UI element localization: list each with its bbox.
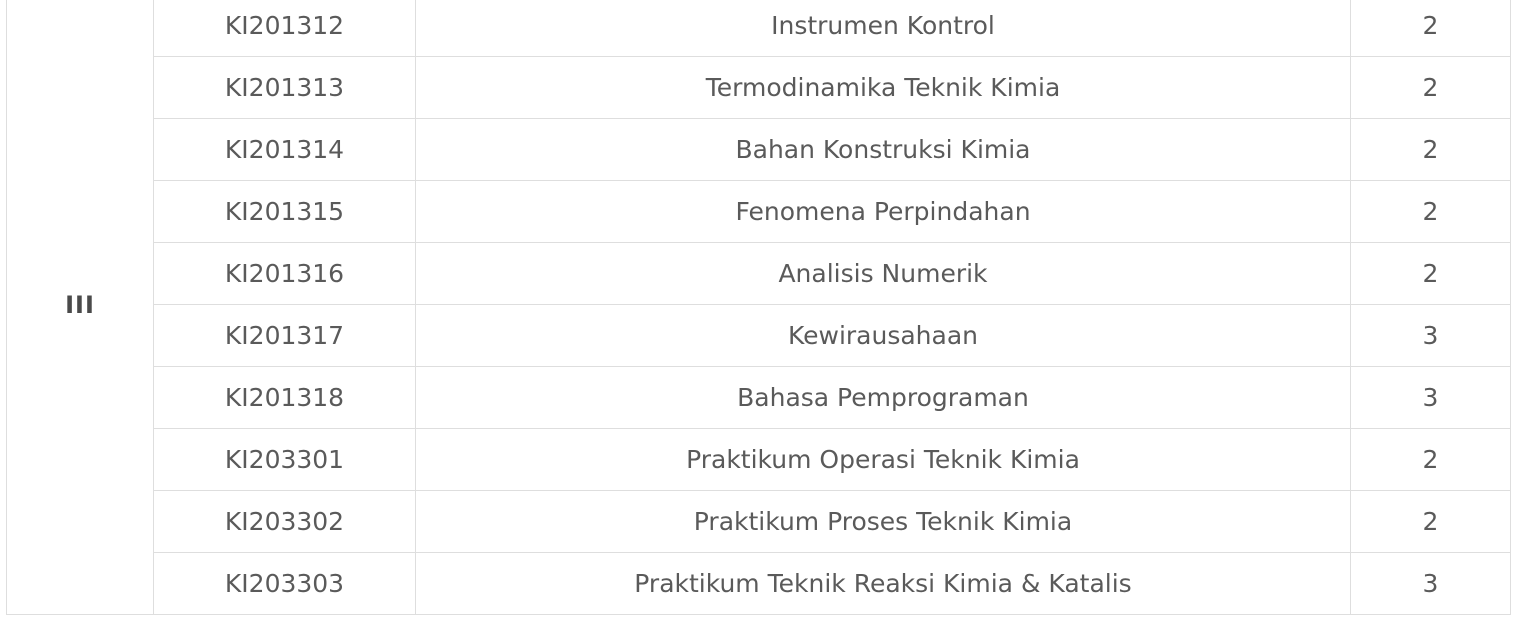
course-sks-cell: 3: [1350, 366, 1511, 429]
course-name-cell: Termodinamika Teknik Kimia: [415, 56, 1351, 119]
course-name-cell: Analisis Numerik: [415, 242, 1351, 305]
course-table-container: III KI201312 Instrumen Kontrol 2 KI20131…: [6, 0, 1511, 615]
course-name-cell: Praktikum Operasi Teknik Kimia: [415, 428, 1351, 491]
course-name-cell: Fenomena Perpindahan: [415, 180, 1351, 243]
table-row: KI201318 Bahasa Pemprograman 3: [7, 366, 1511, 429]
table-row: KI203301 Praktikum Operasi Teknik Kimia …: [7, 428, 1511, 491]
table-row: III KI201312 Instrumen Kontrol 2: [6, 0, 1511, 615]
semester-cell: III: [6, 0, 154, 615]
course-sks-cell: 2: [1350, 428, 1511, 491]
course-table: III KI201312 Instrumen Kontrol 2 KI20131…: [6, 0, 1511, 615]
table-row: KI201315 Fenomena Perpindahan 2: [7, 180, 1511, 243]
course-sks-cell: 3: [1350, 304, 1511, 367]
course-sks-cell: 2: [1350, 180, 1511, 243]
course-name-cell: Instrumen Kontrol: [415, 0, 1351, 57]
table-row: KI201314 Bahan Konstruksi Kimia 2: [7, 118, 1511, 181]
table-row: KI203303 Praktikum Teknik Reaksi Kimia &…: [7, 552, 1511, 615]
course-code-cell: KI201318: [153, 366, 416, 429]
course-name-cell: Praktikum Proses Teknik Kimia: [415, 490, 1351, 553]
table-row: KI201317 Kewirausahaan 3: [7, 304, 1511, 367]
course-sks-cell: 2: [1350, 0, 1511, 57]
course-name-cell: Praktikum Teknik Reaksi Kimia & Katalis: [415, 552, 1351, 615]
course-code-cell: KI201317: [153, 304, 416, 367]
course-sks-cell: 2: [1350, 490, 1511, 553]
course-name-cell: Bahan Konstruksi Kimia: [415, 118, 1351, 181]
course-name-cell: Kewirausahaan: [415, 304, 1351, 367]
table-row: KI201316 Analisis Numerik 2: [7, 242, 1511, 305]
course-sks-cell: 2: [1350, 242, 1511, 305]
course-code-cell: KI201315: [153, 180, 416, 243]
table-row: KI203302 Praktikum Proses Teknik Kimia 2: [7, 490, 1511, 553]
course-code-cell: KI203302: [153, 490, 416, 553]
course-sks-cell: 2: [1350, 118, 1511, 181]
course-code-cell: KI203303: [153, 552, 416, 615]
course-code-cell: KI201313: [153, 56, 416, 119]
course-code-cell: KI203301: [153, 428, 416, 491]
course-sks-cell: 2: [1350, 56, 1511, 119]
course-table-body: III KI201312 Instrumen Kontrol 2 KI20131…: [6, 0, 1511, 615]
course-sks-cell: 3: [1350, 552, 1511, 615]
course-code-cell: KI201316: [153, 242, 416, 305]
course-code-cell: KI201312: [153, 0, 416, 57]
course-name-cell: Bahasa Pemprograman: [415, 366, 1351, 429]
table-row: KI201313 Termodinamika Teknik Kimia 2: [7, 56, 1511, 119]
course-code-cell: KI201314: [153, 118, 416, 181]
